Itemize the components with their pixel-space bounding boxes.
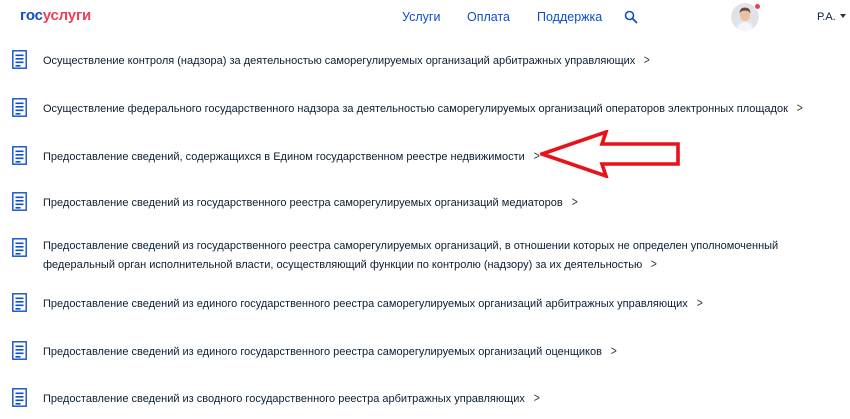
caret-down-icon[interactable]: [840, 14, 846, 18]
chevron-right-icon: >: [571, 194, 578, 209]
service-item[interactable]: Предоставление сведений, содержащихся в …: [0, 145, 850, 167]
nav-services[interactable]: Услуги: [402, 10, 440, 24]
service-item[interactable]: Предоставление сведений из сводного госу…: [0, 387, 850, 409]
document-icon: [12, 192, 27, 211]
document-icon: [12, 50, 27, 69]
chevron-right-icon: >: [651, 256, 658, 271]
document-icon: [12, 388, 27, 407]
service-title[interactable]: Осуществление контроля (надзора) за деят…: [43, 55, 635, 67]
chevron-right-icon: >: [696, 295, 703, 310]
search-icon[interactable]: [624, 10, 638, 24]
logo-part-gos: гос: [20, 7, 43, 24]
nav-support[interactable]: Поддержка: [537, 10, 602, 24]
document-icon: [12, 146, 27, 165]
service-item[interactable]: Предоставление сведений из единого госуд…: [0, 292, 850, 314]
service-title[interactable]: Предоставление сведений из государственн…: [43, 240, 778, 271]
document-icon: [12, 341, 27, 360]
service-item[interactable]: Предоставление сведений из государственн…: [0, 191, 850, 213]
document-icon: [12, 98, 27, 117]
user-name[interactable]: Р.А.: [817, 11, 836, 23]
document-icon: [12, 238, 27, 257]
service-title[interactable]: Предоставление сведений из государственн…: [43, 197, 563, 209]
notification-dot: [754, 3, 761, 10]
document-icon: [12, 293, 27, 312]
nav-payment[interactable]: Оплата: [467, 10, 510, 24]
service-item[interactable]: Осуществление федерального государственн…: [0, 97, 850, 119]
chevron-right-icon: >: [610, 343, 617, 358]
user-avatar[interactable]: [731, 3, 761, 31]
logo-part-uslugi: услуги: [42, 7, 92, 24]
chevron-right-icon: >: [644, 52, 651, 67]
chevron-right-icon: >: [533, 390, 540, 405]
chevron-right-icon: >: [796, 100, 803, 115]
service-title[interactable]: Предоставление сведений из единого госуд…: [43, 298, 688, 310]
top-header: госуслуги Услуги Оплата Поддержка Р.А.: [0, 0, 850, 36]
service-item[interactable]: Предоставление сведений из единого госуд…: [0, 340, 850, 362]
red-arrow-annotation: [540, 130, 680, 178]
service-item[interactable]: Осуществление контроля (надзора) за деят…: [0, 49, 850, 71]
gosuslugi-logo[interactable]: госуслуги: [20, 7, 91, 24]
chevron-right-icon: >: [533, 148, 540, 163]
service-title[interactable]: Предоставление сведений из сводного госу…: [43, 393, 525, 405]
service-title[interactable]: Предоставление сведений из единого госуд…: [43, 346, 602, 358]
service-title[interactable]: Осуществление федерального государственн…: [43, 103, 788, 115]
service-item[interactable]: Предоставление сведений из государственн…: [0, 238, 850, 276]
service-title[interactable]: Предоставление сведений, содержащихся в …: [43, 151, 525, 163]
